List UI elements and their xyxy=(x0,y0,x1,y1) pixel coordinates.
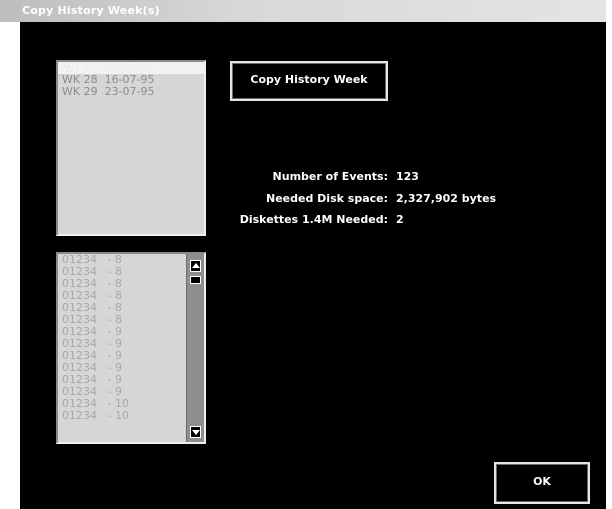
scroll-down-button[interactable] xyxy=(190,426,201,438)
diskettes-value: 2 xyxy=(396,213,404,226)
files-listbox[interactable]: 01234 - 8 01234 - 8 01234 - 8 01234 - 8 … xyxy=(56,252,206,444)
scroll-thumb[interactable] xyxy=(190,276,201,284)
disk-space-label: Needed Disk space: xyxy=(266,192,388,205)
file-list-item[interactable]: 01234 - 10 xyxy=(58,410,204,422)
left-frame-edge xyxy=(0,22,20,509)
events-value: 123 xyxy=(396,170,419,183)
copy-history-dialog: Copy History Week(s) WK 27 09-07-95 WK 2… xyxy=(0,0,606,509)
scroll-up-arrow-icon xyxy=(192,263,200,268)
files-scrollbar[interactable] xyxy=(186,254,204,442)
window-title: Copy History Week(s) xyxy=(22,4,160,17)
weeks-listbox[interactable]: WK 27 09-07-95 WK 28 16-07-95 WK 29 23-0… xyxy=(56,60,206,236)
diskettes-label-cell: Diskettes 1.4M Needed: xyxy=(200,213,388,229)
week-list-item[interactable]: WK 29 23-07-95 xyxy=(58,86,204,98)
title-bar[interactable]: Copy History Week(s) xyxy=(0,0,606,23)
events-label: Number of Events: xyxy=(272,170,388,183)
copy-history-week-button[interactable]: Copy History Week xyxy=(230,61,388,101)
scroll-up-button[interactable] xyxy=(190,260,201,272)
disk-label-cell: Needed Disk space: xyxy=(200,192,388,208)
events-label-cell: Number of Events: xyxy=(200,170,388,186)
ok-button[interactable]: OK xyxy=(494,462,590,504)
scroll-down-arrow-icon xyxy=(192,430,200,435)
diskettes-label: Diskettes 1.4M Needed: xyxy=(239,213,388,226)
disk-space-value: 2,327,902 bytes xyxy=(396,192,497,205)
